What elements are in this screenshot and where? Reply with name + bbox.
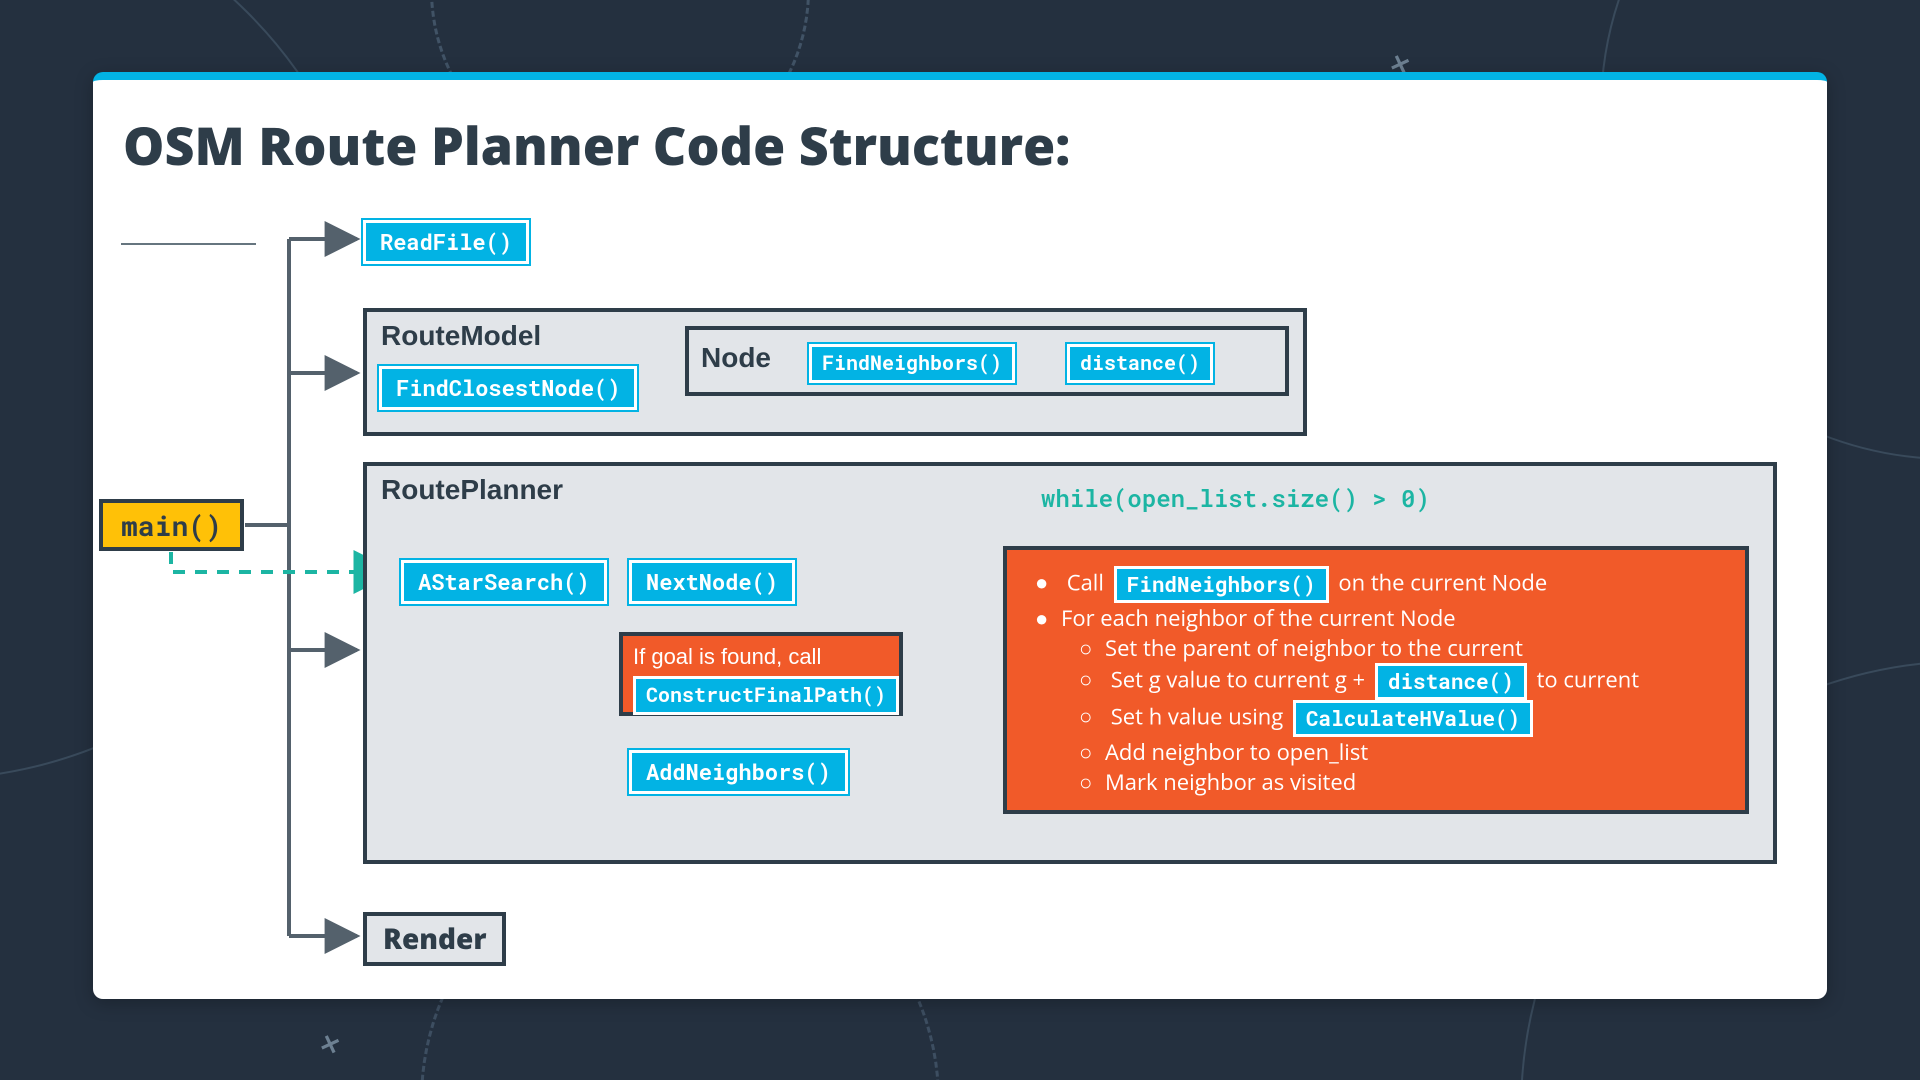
diagram-canvas: main() ReadFile() RouteModel FindClosest… [93, 80, 1827, 999]
class-render-box: Render [363, 912, 506, 966]
fn-findneighbors: FindNeighbors() [809, 344, 1015, 383]
inline-fn-distance: distance() [1375, 663, 1527, 700]
class-routeplanner-title: RoutePlanner [381, 474, 563, 506]
fn-findclosestnode: FindClosestNode() [379, 366, 637, 410]
class-node-box: Node FindNeighbors() distance() [685, 326, 1289, 396]
loop-condition-label: while(open_list.size() > 0) [1041, 482, 1430, 514]
main-function-label: main() [121, 507, 222, 544]
class-render-title: Render [383, 920, 486, 958]
goal-found-text: If goal is found, call [633, 644, 889, 670]
inline-fn-calchvalue: CalculateHValue() [1293, 700, 1533, 737]
inline-fn-findneighbors: FindNeighbors() [1114, 566, 1329, 603]
class-routeplanner-box: RoutePlanner while(open_list.size() > 0)… [363, 462, 1777, 864]
fn-addneighbors: AddNeighbors() [629, 750, 848, 794]
fn-distance: distance() [1067, 344, 1213, 383]
fn-constructfinalpath: ConstructFinalPath() [633, 676, 899, 715]
goal-found-box: If goal is found, call ConstructFinalPat… [619, 632, 903, 716]
class-routemodel-title: RouteModel [381, 320, 541, 352]
fn-readfile: ReadFile() [363, 220, 529, 264]
steps-list: Call FindNeighbors() on the current Node… [1035, 566, 1725, 797]
fn-astarsearch: AStarSearch() [401, 560, 607, 604]
class-node-title: Node [701, 342, 771, 374]
main-function-box: main() [99, 499, 244, 551]
class-routemodel-box: RouteModel FindClosestNode() Node FindNe… [363, 308, 1307, 436]
slide-card: OSM Route Planner Code Structure: [93, 72, 1827, 999]
steps-box: Call FindNeighbors() on the current Node… [1003, 546, 1749, 814]
fn-nextnode: NextNode() [629, 560, 795, 604]
